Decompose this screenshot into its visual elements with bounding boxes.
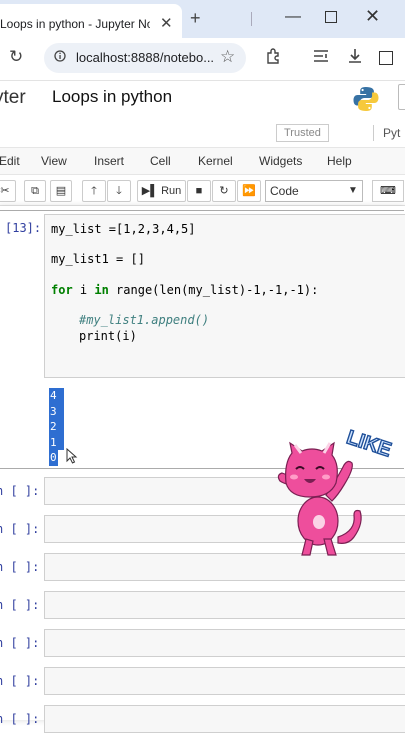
empty-code-cell[interactable]: n [ ]: (0, 702, 405, 740)
menu-cell[interactable]: Cell (150, 154, 171, 168)
output-line: 0 (49, 450, 58, 466)
divider (251, 12, 252, 26)
cell-prompt: n [ ]: (0, 522, 40, 536)
plus-icon[interactable]: + (190, 8, 201, 29)
menu-bar: Edit View Insert Cell Kernel Widgets Hel… (0, 147, 405, 175)
menu-view[interactable]: View (41, 154, 67, 168)
minimize-icon[interactable]: — (285, 8, 301, 26)
keyword: in (94, 283, 109, 297)
code-line: print(i) (79, 329, 137, 343)
cell-type-select[interactable]: Code ▼ (265, 180, 363, 202)
move-up-icon[interactable]: 🡑 (82, 180, 106, 202)
window-close-icon[interactable]: ✕ (365, 6, 380, 27)
maximize-icon[interactable] (325, 11, 337, 23)
code-editor[interactable] (44, 667, 405, 695)
address-bar: ↻ localhost:8888/notebo... ☆ (0, 38, 405, 81)
cell-prompt: n [ ]: (0, 674, 40, 688)
menu-widgets[interactable]: Widgets (259, 154, 302, 168)
keyword: for (51, 283, 73, 297)
browser-tab-bar: Loops in python - Jupyter Note ✕ + — ✕ (0, 0, 405, 38)
notebook-toolbar: ✂ ⧉ ▤ 🡑 🡓 ▶▌ Run ■ ↻ ⏩ Code ▼ ⌨ (0, 178, 405, 206)
code-editor[interactable] (44, 705, 405, 733)
cell-prompt: [13]: (5, 221, 42, 235)
output-line: 4 (49, 388, 64, 404)
side-panel-icon[interactable] (312, 48, 330, 64)
reload-icon[interactable]: ↻ (9, 47, 23, 67)
run-label: Run (161, 185, 182, 197)
cell-prompt: n [ ]: (0, 484, 40, 498)
mouse-cursor-icon (66, 448, 78, 464)
cut-icon[interactable]: ✂ (0, 180, 16, 202)
python-logo-icon (353, 87, 379, 111)
paste-icon[interactable]: ▤ (50, 180, 72, 202)
code-editor[interactable] (44, 591, 405, 619)
code-line: my_list1 = [] (51, 252, 145, 266)
chevron-down-icon: ▼ (348, 185, 358, 196)
sticker-text: LIKE (344, 427, 394, 462)
logout-button[interactable] (398, 84, 405, 110)
star-icon[interactable]: ☆ (220, 47, 235, 67)
code-line: my_list =[1,2,3,4,5] (51, 222, 196, 236)
url-field[interactable]: localhost:8888/notebo... ☆ (44, 43, 246, 73)
code-line: for i in range(len(my_list)-1,-1,-1): (51, 283, 318, 297)
fast-forward-icon[interactable]: ⏩ (237, 180, 261, 202)
download-icon[interactable] (346, 47, 364, 65)
empty-code-cell[interactable]: n [ ]: (0, 664, 405, 702)
extensions-icon[interactable] (265, 47, 283, 65)
restart-icon[interactable]: ↻ (212, 180, 236, 202)
cell-prompt: n [ ]: (0, 560, 40, 574)
like-sticker: LIKE (260, 425, 400, 565)
menu-help[interactable]: Help (327, 154, 352, 168)
trusted-badge[interactable]: Trusted (276, 124, 329, 142)
jupyter-header: yter Loops in python Trusted Pyt Edit Vi… (0, 81, 405, 191)
code-editor[interactable] (44, 629, 405, 657)
code-editor[interactable]: my_list =[1,2,3,4,5] my_list1 = [] for i… (44, 214, 405, 378)
keyboard-icon[interactable]: ⌨ (372, 180, 404, 202)
tab-title: Loops in python - Jupyter Note (0, 17, 150, 31)
menu-edit[interactable]: Edit (0, 154, 20, 168)
cell-prompt: n [ ]: (0, 636, 40, 650)
code-token: range(len(my_list)-1,-1,-1): (108, 283, 319, 297)
cell-prompt: n [ ]: (0, 712, 40, 726)
divider (373, 125, 374, 141)
close-icon[interactable]: ✕ (160, 14, 173, 32)
run-button[interactable]: ▶▌ Run (137, 180, 186, 202)
code-comment: #my_list1.append() (79, 313, 210, 327)
cat-sticker-icon: LIKE (277, 426, 395, 556)
output-line: 1 (49, 434, 64, 450)
empty-code-cell[interactable]: n [ ]: (0, 626, 405, 664)
move-down-icon[interactable]: 🡓 (107, 180, 131, 202)
copy-icon[interactable]: ⧉ (24, 180, 46, 202)
split-view-icon[interactable] (379, 51, 393, 65)
kernel-indicator[interactable]: Pyt (383, 126, 400, 140)
stop-icon[interactable]: ■ (187, 180, 211, 202)
jupyter-logo-text[interactable]: yter (0, 87, 26, 109)
empty-code-cell[interactable]: n [ ]: (0, 588, 405, 626)
menu-kernel[interactable]: Kernel (198, 154, 233, 168)
menu-insert[interactable]: Insert (94, 154, 124, 168)
output-line: 2 (49, 419, 64, 435)
browser-tab[interactable]: Loops in python - Jupyter Note ✕ (0, 4, 182, 38)
url-text: localhost:8888/notebo... (76, 50, 215, 65)
site-info-icon[interactable] (54, 50, 66, 62)
cell-type-value: Code (270, 184, 299, 198)
notebook-title[interactable]: Loops in python (52, 87, 172, 107)
cell-prompt: n [ ]: (0, 598, 40, 612)
output-line: 3 (49, 403, 64, 419)
code-token: i (72, 283, 95, 297)
run-icon: ▶▌ (141, 185, 158, 197)
